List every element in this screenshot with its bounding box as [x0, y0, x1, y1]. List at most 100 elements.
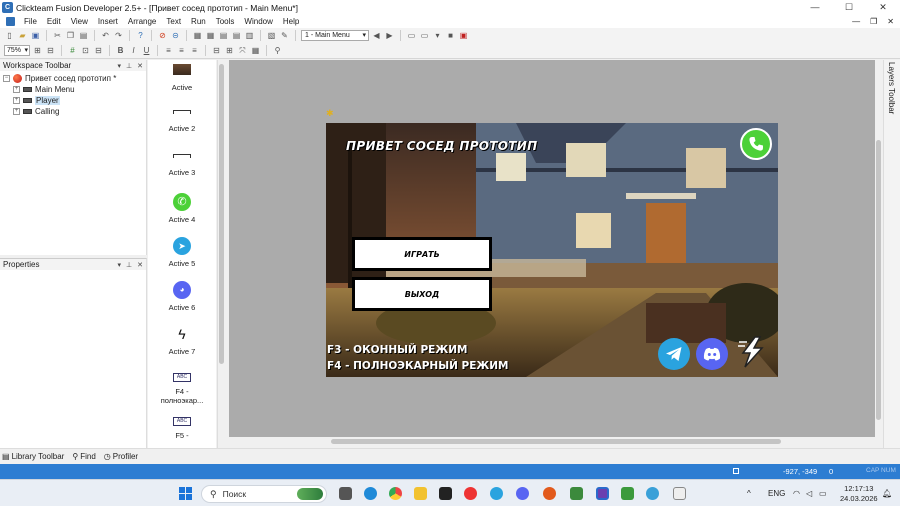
stop-icon[interactable]: ⊘	[157, 30, 168, 41]
yandex-icon[interactable]	[464, 487, 477, 500]
menu-file[interactable]: File	[19, 15, 42, 28]
data-elements-icon[interactable]: ▥	[244, 30, 255, 41]
menu-window[interactable]: Window	[239, 15, 277, 28]
menu-help[interactable]: Help	[278, 15, 304, 28]
menu-run[interactable]: Run	[186, 15, 211, 28]
scrollbar-thumb[interactable]	[331, 439, 781, 444]
previous-frame-icon[interactable]: ◀	[371, 30, 382, 41]
scrollbar-thumb[interactable]	[219, 64, 224, 364]
grid-icon[interactable]: #	[67, 45, 78, 56]
maximize-icon[interactable]: ☐	[832, 0, 866, 15]
play-button[interactable]: ИГРАТЬ	[352, 237, 492, 271]
clickteam-taskbar-icon[interactable]	[596, 487, 609, 500]
battery-icon[interactable]: ▭	[819, 489, 827, 498]
browser-icon[interactable]	[646, 487, 659, 500]
zoom-dropdown[interactable]: 75% ▾	[4, 45, 30, 56]
paste-icon[interactable]: ▤	[78, 30, 89, 41]
object-active-4[interactable]: ✆ Active 4	[148, 193, 216, 224]
layers-icon[interactable]: ⊟	[93, 45, 104, 56]
bold-icon[interactable]: B	[115, 45, 126, 56]
event-editor-icon[interactable]: ▤	[218, 30, 229, 41]
menu-text[interactable]: Text	[161, 15, 186, 28]
properties-icon[interactable]: ✎	[279, 30, 290, 41]
object-active-5[interactable]: ➤ Active 5	[148, 237, 216, 268]
redo-icon[interactable]: ↷	[113, 30, 124, 41]
help-icon[interactable]: ?	[135, 30, 146, 41]
align-center-icon[interactable]: ≡	[176, 45, 187, 56]
tab-library-toolbar[interactable]: ▤ Library Toolbar	[2, 452, 64, 461]
firefox-icon[interactable]	[543, 487, 556, 500]
grid-view-icon[interactable]: ▦	[250, 45, 261, 56]
edge-icon[interactable]	[364, 487, 377, 500]
exit-button[interactable]: ВЫХОД	[352, 277, 492, 311]
expand-icon[interactable]: +	[13, 86, 20, 93]
frame-dropdown[interactable]: 1 - Main Menu ▾	[301, 30, 369, 41]
utorrent-icon[interactable]	[621, 487, 634, 500]
discord-icon[interactable]	[696, 338, 728, 370]
run-application-icon[interactable]: ▭	[419, 30, 430, 41]
menu-edit[interactable]: Edit	[42, 15, 66, 28]
tree-item-calling[interactable]: + Calling	[0, 106, 146, 117]
snap-icon[interactable]: ⊡	[80, 45, 91, 56]
pin-icon[interactable]: ⊥	[126, 261, 132, 269]
frame-canvas[interactable]: ПРИВЕТ СОСЕД ПРОТОТИП ИГРАТЬ ВЫХОД F3 - …	[326, 123, 778, 377]
distribute-icon[interactable]: ⊞	[224, 45, 235, 56]
task-view-icon[interactable]	[339, 487, 352, 500]
dropdown-icon[interactable]: ▾	[118, 62, 122, 70]
minimize-icon[interactable]: —	[798, 0, 832, 15]
object-active-3[interactable]: Active 3	[148, 154, 216, 177]
cut-icon[interactable]: ✂	[52, 30, 63, 41]
tree-item-main-menu[interactable]: + Main Menu	[0, 84, 146, 95]
phone-icon[interactable]	[740, 128, 772, 160]
layers-toolbar-tab[interactable]: Layers Toolbar	[883, 60, 900, 448]
system-clock[interactable]: 12:17:13 24.03.2026	[840, 484, 878, 504]
close-icon[interactable]: ✕	[866, 0, 900, 15]
close-icon[interactable]: ✕	[137, 62, 143, 70]
undo-icon[interactable]: ↶	[100, 30, 111, 41]
resize-icon[interactable]: ⤧	[237, 45, 248, 56]
object-f4-text[interactable]: ABC F4 - полноэкар...	[148, 373, 216, 405]
mdi-close-icon[interactable]: ✕	[887, 15, 894, 28]
menu-arrange[interactable]: Arrange	[123, 15, 161, 28]
document-icon[interactable]	[6, 17, 15, 26]
tree-item-player[interactable]: + Player	[0, 95, 146, 106]
zoom-fit-icon[interactable]: ⊟	[45, 45, 56, 56]
object-active-6[interactable]: ◕ Active 6	[148, 281, 216, 312]
speaker-icon[interactable]: ◁	[806, 489, 812, 498]
scrollbar-thumb[interactable]	[876, 140, 881, 420]
game-app-icon[interactable]	[570, 487, 583, 500]
wifi-icon[interactable]: ◠	[793, 489, 800, 498]
object-active-7[interactable]: ϟ Active 7	[148, 325, 216, 356]
telegram-icon[interactable]	[490, 487, 503, 500]
grid-options-icon[interactable]: ▧	[266, 30, 277, 41]
mdi-restore-icon[interactable]: ❐	[870, 15, 877, 28]
copy-icon[interactable]: ❐	[65, 30, 76, 41]
dropdown-icon[interactable]: ▾	[118, 261, 122, 269]
menu-tools[interactable]: Tools	[211, 15, 240, 28]
pin-icon[interactable]: ⊥	[126, 62, 132, 70]
align-objects-icon[interactable]: ⊟	[211, 45, 222, 56]
telegram-icon[interactable]	[658, 338, 690, 370]
underline-icon[interactable]: U	[141, 45, 152, 56]
save-icon[interactable]: ▣	[30, 30, 41, 41]
italic-icon[interactable]: I	[128, 45, 139, 56]
debug-icon[interactable]: ▣	[458, 30, 469, 41]
stop-run-icon[interactable]: ■	[445, 30, 456, 41]
tree-item-game[interactable]: − Привет сосед прототип *	[0, 73, 146, 84]
expand-icon[interactable]: +	[13, 108, 20, 115]
chrome-icon[interactable]	[389, 487, 402, 500]
file-explorer-icon[interactable]	[414, 487, 427, 500]
frame-editor-icon[interactable]: ▦	[205, 30, 216, 41]
menu-insert[interactable]: Insert	[93, 15, 123, 28]
run-icon[interactable]: ⊝	[170, 30, 181, 41]
next-frame-icon[interactable]: ▶	[384, 30, 395, 41]
mdi-minimize-icon[interactable]: —	[852, 15, 860, 28]
align-left-icon[interactable]: ≡	[163, 45, 174, 56]
windows-start-icon[interactable]	[179, 487, 192, 500]
storyboard-icon[interactable]: ▦	[192, 30, 203, 41]
align-right-icon[interactable]: ≡	[189, 45, 200, 56]
object-f5-text[interactable]: ABC F5 -	[148, 417, 216, 440]
open-icon[interactable]: ▰	[17, 30, 28, 41]
lightning-icon[interactable]	[736, 336, 768, 368]
search-icon[interactable]: ⚲	[272, 45, 283, 56]
